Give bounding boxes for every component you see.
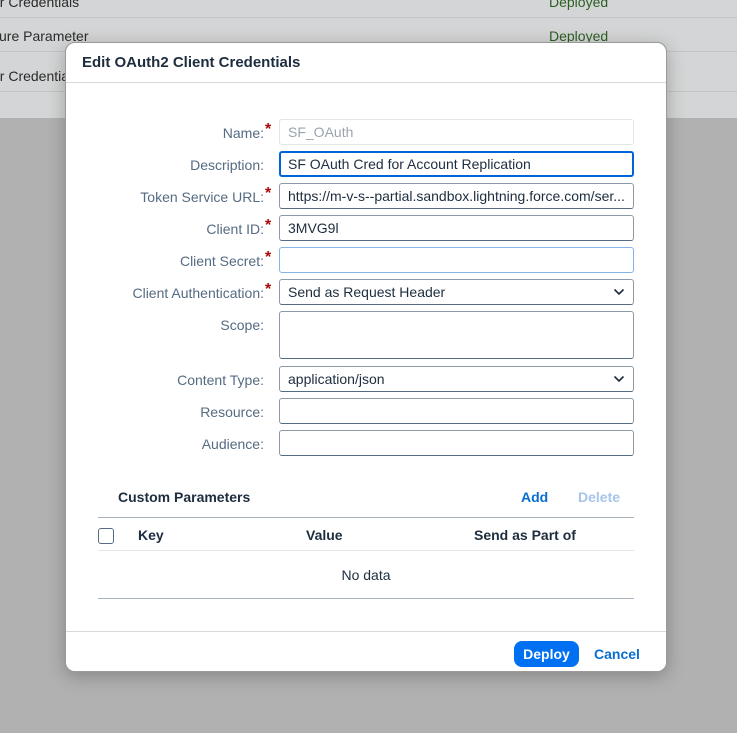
list-item-name: er Credentials	[0, 0, 80, 10]
required-marker: *	[265, 185, 272, 202]
client-auth-value: Send as Request Header	[288, 284, 446, 300]
resource-label: Resource:	[200, 404, 264, 420]
client-auth-row: Client Authentication: * Send as Request…	[66, 279, 666, 305]
required-marker: *	[265, 249, 272, 266]
list-item-status: Deployed	[549, 0, 609, 10]
required-marker: *	[265, 217, 272, 234]
content-type-label: Content Type:	[177, 372, 264, 388]
table-header: Key Value Send as Part of	[98, 517, 634, 551]
client-id-row: Client ID: * 3MVG9l	[66, 215, 666, 241]
column-header-value: Value	[306, 527, 343, 543]
description-input[interactable]: SF OAuth Cred for Account Replication	[279, 151, 634, 177]
chevron-down-icon	[613, 288, 625, 296]
token-url-input[interactable]: https://m-v-s--partial.sandbox.lightning…	[279, 183, 634, 209]
audience-input[interactable]	[279, 430, 634, 456]
dialog-header: Edit OAuth2 Client Credentials	[66, 43, 666, 83]
content-type-value: application/json	[288, 371, 385, 387]
description-row: Description: SF OAuth Cred for Account R…	[66, 151, 666, 177]
resource-input[interactable]	[279, 398, 634, 424]
scope-textarea[interactable]	[279, 311, 634, 359]
table-empty-message: No data	[98, 551, 634, 599]
scope-row: Scope:	[66, 311, 666, 359]
content-type-row: Content Type: application/json	[66, 366, 666, 392]
client-auth-label: Client Authentication:	[132, 285, 264, 301]
resource-row: Resource:	[66, 398, 666, 424]
add-parameter-button[interactable]: Add	[521, 489, 548, 505]
list-item: er Credentials Deployed	[0, 0, 737, 18]
client-id-label: Client ID:	[206, 221, 264, 237]
client-secret-input[interactable]	[279, 247, 634, 273]
client-id-input[interactable]: 3MVG9l	[279, 215, 634, 241]
dialog-footer: Deploy Cancel	[66, 631, 666, 671]
list-item-name: er Credentia	[0, 68, 70, 84]
name-row: Name: * SF_OAuth	[66, 119, 666, 145]
audience-row: Audience:	[66, 430, 666, 456]
column-header-key: Key	[138, 527, 164, 543]
client-auth-select[interactable]: Send as Request Header	[279, 279, 634, 305]
required-marker: *	[265, 281, 272, 298]
dialog-title: Edit OAuth2 Client Credentials	[82, 54, 301, 71]
delete-parameter-button[interactable]: Delete	[578, 489, 620, 505]
description-label: Description:	[190, 157, 264, 173]
token-url-row: Token Service URL: * https://m-v-s--part…	[66, 183, 666, 209]
scope-label: Scope:	[220, 317, 264, 333]
client-secret-row: Client Secret: *	[66, 247, 666, 273]
token-url-label: Token Service URL:	[140, 189, 264, 205]
name-label: Name:	[222, 125, 264, 141]
custom-parameters-title: Custom Parameters	[118, 489, 251, 505]
column-header-send-as: Send as Part of	[474, 527, 576, 543]
cancel-button[interactable]: Cancel	[588, 641, 646, 667]
deploy-button[interactable]: Deploy	[514, 641, 579, 667]
required-marker: *	[265, 121, 272, 138]
name-field: SF_OAuth	[279, 119, 634, 145]
audience-label: Audience:	[201, 436, 264, 452]
select-all-checkbox[interactable]	[98, 528, 114, 544]
chevron-down-icon	[613, 375, 625, 383]
client-secret-label: Client Secret:	[179, 253, 264, 269]
content-type-select[interactable]: application/json	[279, 366, 634, 392]
edit-credentials-dialog: Edit OAuth2 Client Credentials Name: * S…	[65, 42, 667, 672]
